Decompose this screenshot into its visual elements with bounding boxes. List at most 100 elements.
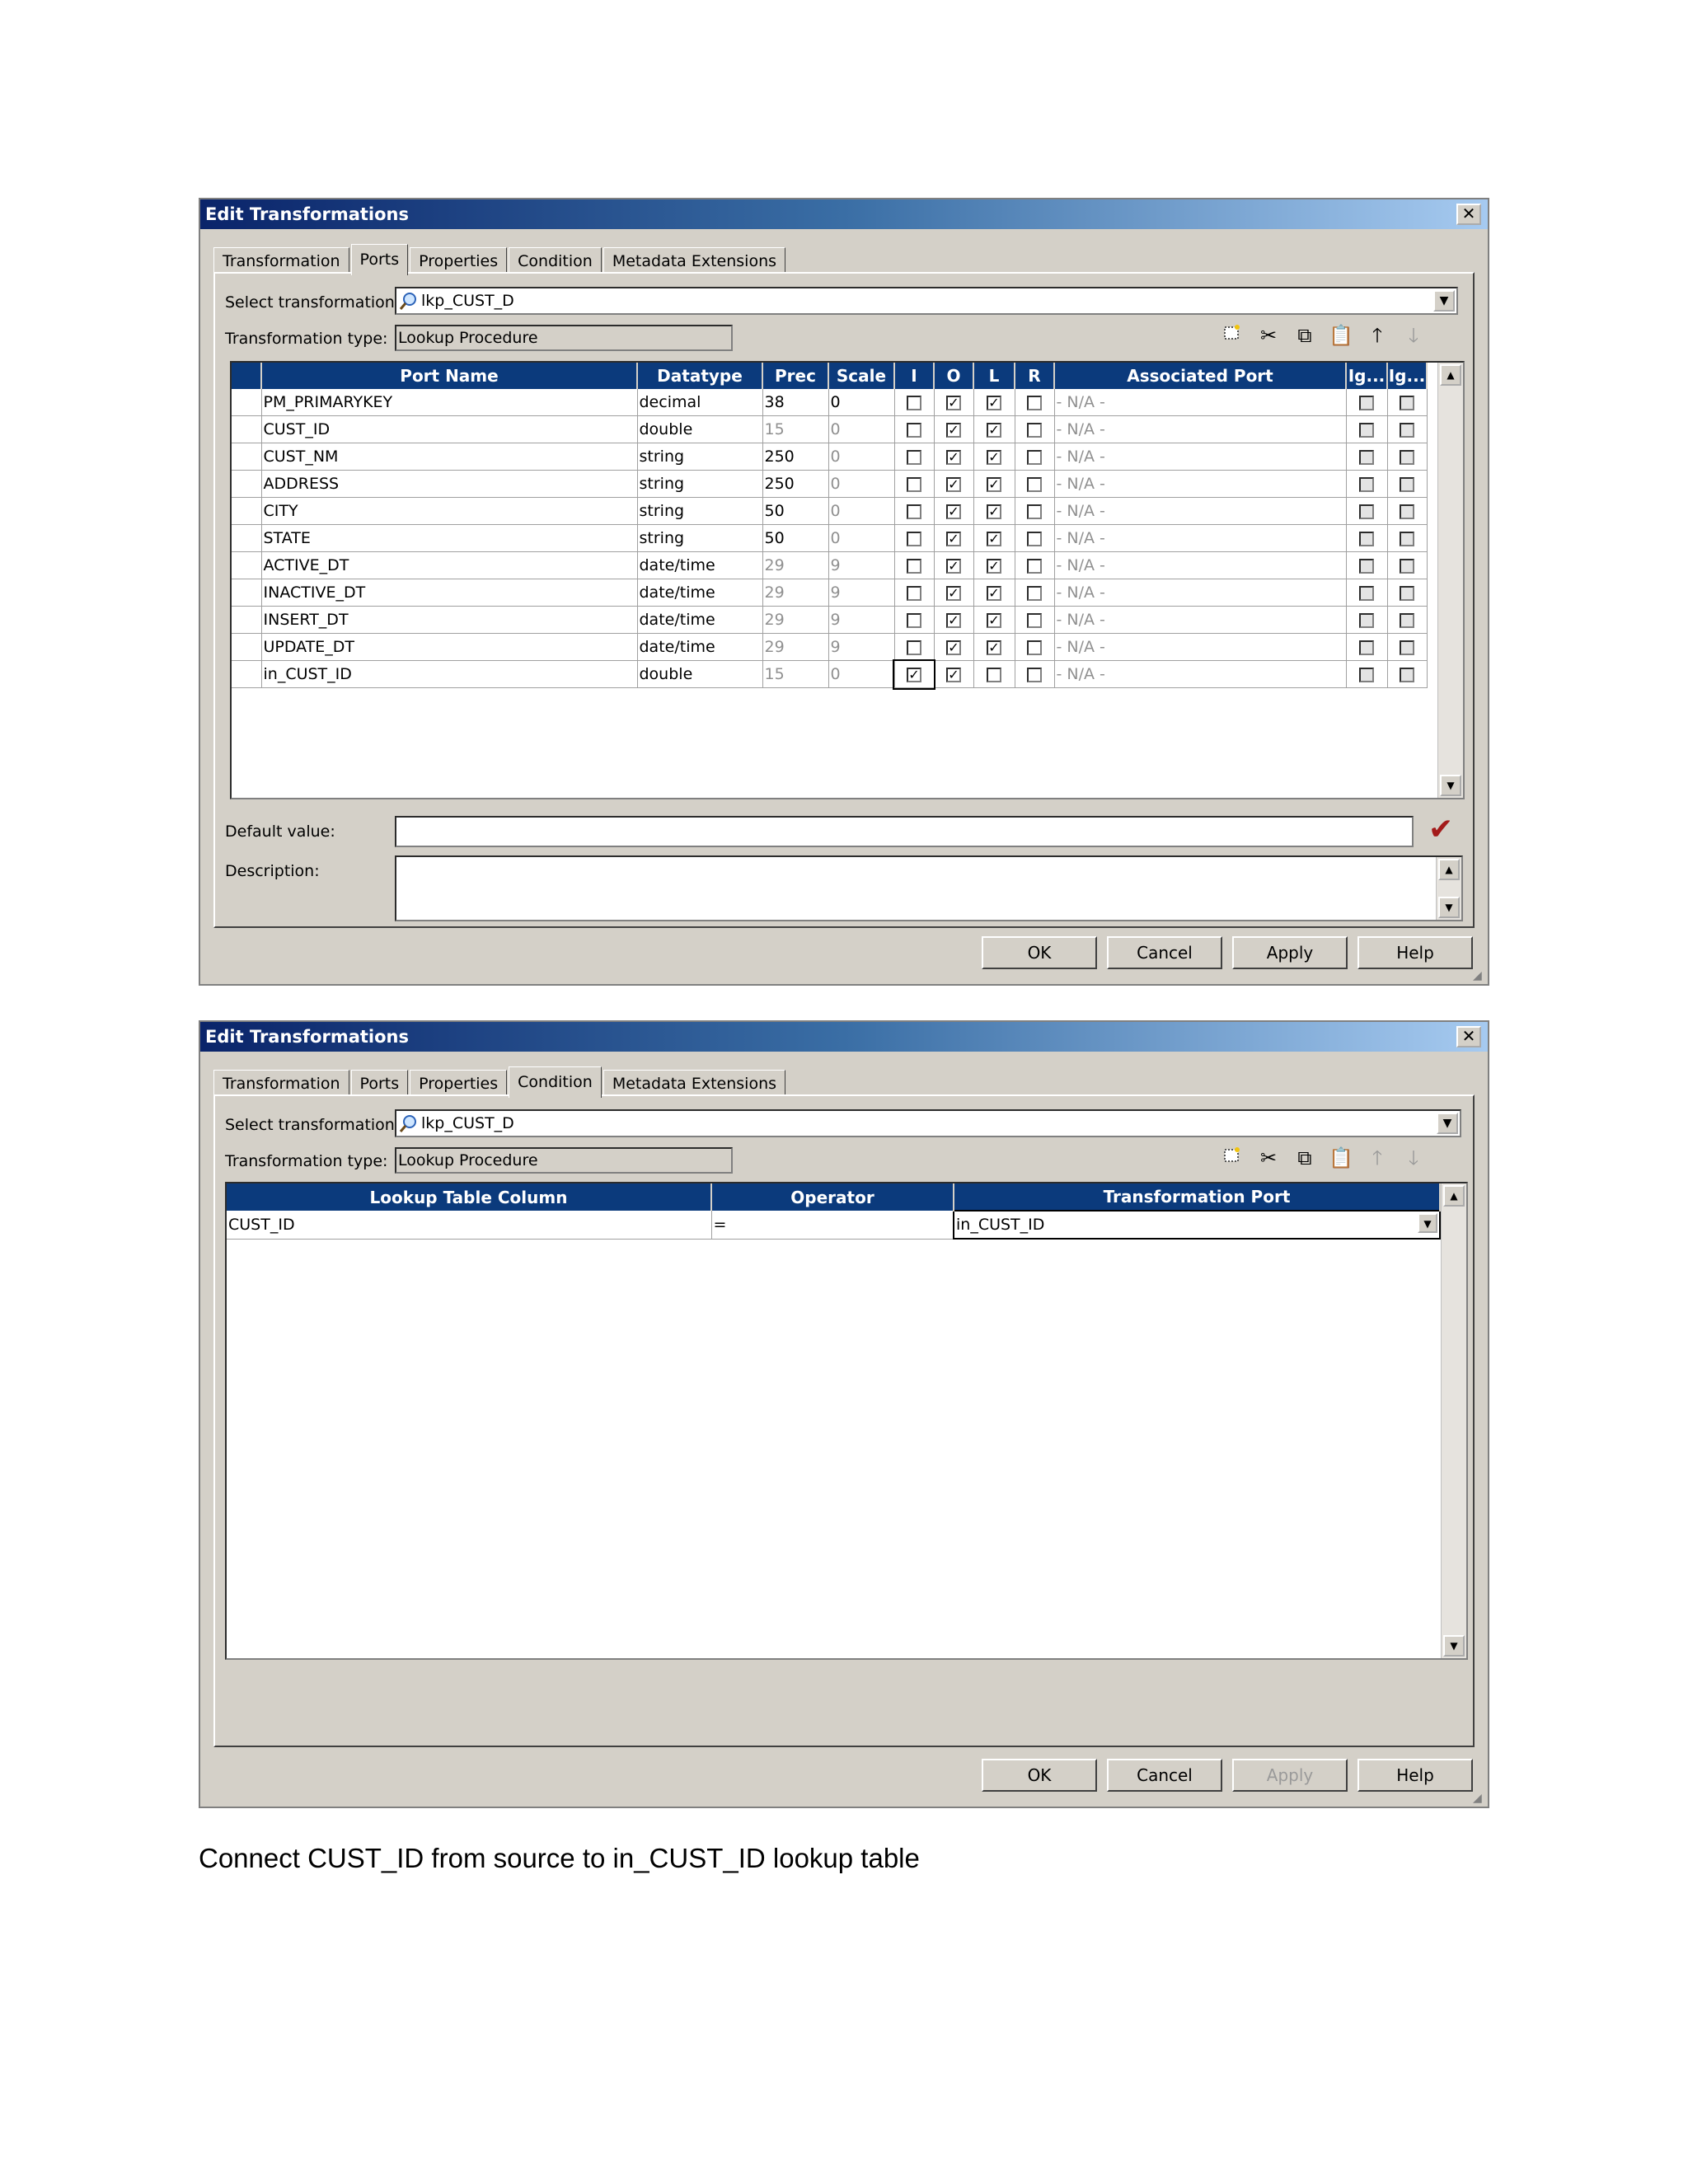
scroll-up-icon[interactable]: ▲: [1438, 859, 1460, 880]
port-name-cell[interactable]: UPDATE_DT: [261, 633, 638, 661]
datatype-cell[interactable]: date/time: [637, 579, 763, 607]
port-r-checkbox-cell[interactable]: [1015, 470, 1055, 498]
ignore-checkbox[interactable]: [1400, 612, 1414, 628]
datatype-cell[interactable]: date/time: [637, 551, 763, 579]
select-transformation-combo[interactable]: lkp_CUST_D ▼: [395, 1109, 1461, 1137]
precision-cell[interactable]: 29: [762, 579, 829, 607]
ignore-checkbox[interactable]: [1400, 667, 1414, 682]
ignore-checkbox-cell[interactable]: [1387, 470, 1428, 498]
scale-cell[interactable]: 0: [828, 470, 895, 498]
help-button[interactable]: Help: [1357, 1759, 1473, 1792]
port-i-checkbox[interactable]: [907, 476, 921, 492]
port-l-checkbox-cell[interactable]: ✓: [973, 524, 1015, 552]
cut-icon[interactable]: ✂: [1255, 1146, 1282, 1170]
copy-icon[interactable]: ⧉: [1292, 323, 1318, 348]
ignore-checkbox[interactable]: [1359, 612, 1374, 628]
cancel-button[interactable]: Cancel: [1107, 936, 1222, 969]
description-scrollbar[interactable]: ▲ ▼: [1436, 857, 1461, 920]
associated-port-cell[interactable]: - N/A -: [1054, 443, 1347, 471]
ignore-checkbox-cell[interactable]: [1346, 497, 1388, 525]
port-o-checkbox[interactable]: ✓: [946, 585, 961, 601]
move-down-icon[interactable]: 🡓: [1400, 1146, 1427, 1170]
ok-button[interactable]: OK: [982, 1759, 1097, 1792]
ignore-checkbox[interactable]: [1359, 531, 1374, 546]
port-r-checkbox-cell[interactable]: [1015, 443, 1055, 471]
scale-cell[interactable]: 9: [828, 606, 895, 634]
apply-button[interactable]: Apply: [1232, 936, 1348, 969]
new-port-icon[interactable]: [1219, 323, 1245, 348]
ignore-checkbox[interactable]: [1400, 531, 1414, 546]
column-header[interactable]: R: [1015, 363, 1055, 389]
port-l-checkbox[interactable]: ✓: [987, 449, 1001, 465]
associated-port-cell[interactable]: - N/A -: [1054, 579, 1347, 607]
datatype-cell[interactable]: double: [637, 415, 763, 443]
datatype-cell[interactable]: string: [637, 470, 763, 498]
port-l-checkbox[interactable]: ✓: [987, 640, 1001, 655]
scale-cell[interactable]: 0: [828, 415, 895, 443]
port-name-cell[interactable]: PM_PRIMARYKEY: [261, 389, 638, 416]
port-l-checkbox-cell[interactable]: ✓: [973, 443, 1015, 471]
port-l-checkbox[interactable]: ✓: [987, 504, 1001, 519]
chevron-down-icon[interactable]: ▼: [1437, 1113, 1458, 1134]
chevron-down-icon[interactable]: ▼: [1433, 290, 1455, 312]
port-r-checkbox-cell[interactable]: [1015, 579, 1055, 607]
cancel-button[interactable]: Cancel: [1107, 1759, 1222, 1792]
lookup-table-column-cell[interactable]: CUST_ID: [227, 1211, 712, 1240]
ignore-checkbox[interactable]: [1400, 449, 1414, 465]
tab-properties[interactable]: Properties: [410, 247, 508, 274]
port-name-cell[interactable]: INACTIVE_DT: [261, 579, 638, 607]
port-r-checkbox-cell[interactable]: [1015, 633, 1055, 661]
ignore-checkbox[interactable]: [1400, 476, 1414, 492]
table-row[interactable]: 5 CITY string 50 0 ✓ ✓ - N/A -: [232, 497, 1428, 525]
ignore-checkbox-cell[interactable]: [1346, 660, 1388, 688]
associated-port-cell[interactable]: - N/A -: [1054, 470, 1347, 498]
precision-cell[interactable]: 250: [762, 470, 829, 498]
ignore-checkbox-cell[interactable]: [1387, 551, 1428, 579]
ignore-checkbox-cell[interactable]: [1346, 415, 1388, 443]
column-header[interactable]: Associated Port: [1054, 363, 1347, 389]
port-o-checkbox-cell[interactable]: ✓: [934, 606, 974, 634]
port-i-checkbox-cell[interactable]: [894, 389, 935, 416]
port-name-cell[interactable]: INSERT_DT: [261, 606, 638, 634]
port-r-checkbox[interactable]: [1027, 476, 1042, 492]
port-r-checkbox[interactable]: [1027, 558, 1042, 574]
port-r-checkbox-cell[interactable]: [1015, 660, 1055, 688]
ignore-checkbox-cell[interactable]: [1346, 524, 1388, 552]
copy-icon[interactable]: ⧉: [1292, 1146, 1318, 1170]
port-o-checkbox-cell[interactable]: ✓: [934, 660, 974, 688]
port-o-checkbox-cell[interactable]: ✓: [934, 497, 974, 525]
ignore-checkbox-cell[interactable]: [1387, 606, 1428, 634]
port-i-checkbox[interactable]: ✓: [907, 667, 921, 682]
precision-cell[interactable]: 38: [762, 389, 829, 416]
associated-port-cell[interactable]: - N/A -: [1054, 415, 1347, 443]
port-o-checkbox-cell[interactable]: ✓: [934, 551, 974, 579]
port-name-cell[interactable]: CUST_NM: [261, 443, 638, 471]
port-name-cell[interactable]: in_CUST_ID: [261, 660, 638, 688]
port-l-checkbox-cell[interactable]: ✓: [973, 470, 1015, 498]
ignore-checkbox-cell[interactable]: [1346, 389, 1388, 416]
associated-port-cell[interactable]: - N/A -: [1054, 551, 1347, 579]
ignore-checkbox[interactable]: [1359, 449, 1374, 465]
ignore-checkbox-cell[interactable]: [1387, 524, 1428, 552]
scale-cell[interactable]: 0: [828, 389, 895, 416]
port-i-checkbox-cell[interactable]: [894, 497, 935, 525]
scale-cell[interactable]: 0: [828, 443, 895, 471]
table-row[interactable]: CUST_ID = in_CUST_ID ▼: [227, 1210, 1441, 1240]
port-i-checkbox-cell[interactable]: [894, 470, 935, 498]
associated-port-cell[interactable]: - N/A -: [1054, 606, 1347, 634]
port-i-checkbox[interactable]: [907, 558, 921, 574]
datatype-cell[interactable]: date/time: [637, 633, 763, 661]
port-i-checkbox-cell[interactable]: ✓: [893, 658, 935, 690]
ignore-checkbox-cell[interactable]: [1387, 633, 1428, 661]
column-header[interactable]: Ig...: [1387, 363, 1428, 389]
ignore-checkbox-cell[interactable]: [1346, 579, 1388, 607]
table-row[interactable]: 3 CUST_NM string 250 0 ✓ ✓ - N/A -: [232, 443, 1428, 471]
default-value-input[interactable]: [395, 816, 1414, 847]
paste-icon[interactable]: 📋: [1328, 1146, 1354, 1170]
move-down-icon[interactable]: 🡓: [1400, 323, 1427, 348]
scroll-down-icon[interactable]: ▼: [1438, 897, 1460, 918]
port-i-checkbox-cell[interactable]: [894, 415, 935, 443]
port-l-checkbox-cell[interactable]: ✓: [973, 497, 1015, 525]
port-name-cell[interactable]: ADDRESS: [261, 470, 638, 498]
port-r-checkbox[interactable]: [1027, 504, 1042, 519]
